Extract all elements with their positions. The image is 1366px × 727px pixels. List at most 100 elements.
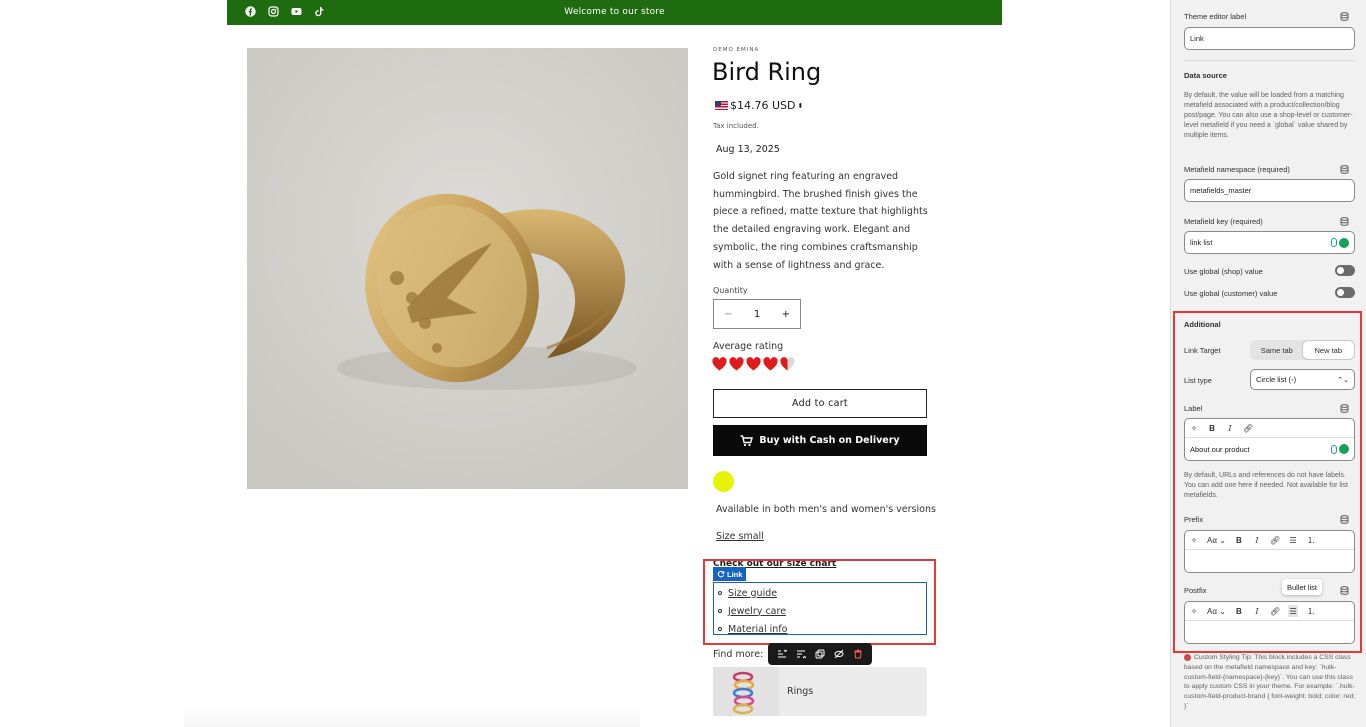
list-item: Jewelry care [718,602,787,620]
link-target-new-tab[interactable]: New tab [1302,341,1354,359]
label-field-label: Label [1184,404,1203,413]
link-target-label: Link Target [1184,346,1221,355]
tip-icon [1184,654,1191,661]
magic-icon[interactable]: ✧ [1189,534,1199,546]
data-source-description: By default, the value will be loaded fro… [1184,92,1353,139]
postfix-input[interactable] [1185,621,1354,643]
namespace-input[interactable]: metafields_master [1184,179,1355,202]
quantity-stepper: − 1 + [713,299,801,329]
qty-plus-button[interactable]: + [782,309,790,320]
grammarly-icon [1339,237,1349,248]
product-description: Gold signet ring featuring an engraved h… [713,171,928,271]
bullet-list-icon[interactable]: ☰ [1288,534,1298,546]
bullet-icon [718,591,722,595]
refresh-icon [717,570,725,578]
grammar-assist-icons[interactable] [1331,444,1349,454]
global-customer-toggle[interactable] [1335,287,1355,298]
rating-label: Average rating [713,341,784,352]
global-shop-toggle[interactable] [1335,265,1355,276]
bulb-icon [1331,238,1337,247]
theme-editor-label-input[interactable]: Link [1184,27,1355,50]
numbered-list-icon[interactable]: ⒈ [1306,534,1316,546]
dynamic-source-icon[interactable] [1340,12,1349,21]
bullet-icon [718,627,722,631]
link-target-same-tab[interactable]: Same tab [1251,341,1303,359]
link-material-info[interactable]: Material info [728,624,787,635]
link-icon[interactable]: 🔗︎ [1243,422,1253,434]
italic-button[interactable]: I [1252,534,1262,546]
dynamic-source-icon[interactable] [1340,165,1349,174]
global-shop-label: Use global (shop) value [1184,267,1263,276]
store-preview: Welcome to our store DEMO EMINA Bird Rin… [0,0,1170,727]
link-icon[interactable]: 🔗︎ [1270,534,1280,546]
move-up-icon[interactable] [776,648,788,660]
delete-icon[interactable] [852,648,864,660]
bold-button[interactable]: B [1234,534,1244,546]
italic-button[interactable]: I [1225,422,1235,434]
styling-tip-text: Custom Styling Tip: This block includes … [1184,653,1358,712]
announcement-text: Welcome to our store [564,7,665,17]
collection-card-label: Rings [787,686,814,697]
qty-minus-button[interactable]: − [724,309,732,320]
namespace-label: Metafield namespace (required) [1184,165,1290,174]
font-size-button[interactable]: Aα ⌄ [1207,534,1226,546]
link-jewelry-care[interactable]: Jewelry care [728,606,786,617]
hide-icon[interactable] [833,648,845,660]
ring-photo [247,48,688,489]
key-input[interactable]: link list [1184,231,1355,254]
link-icon[interactable]: 🔗︎ [1270,605,1280,617]
currency-switch-icon[interactable]: ⬍ [798,102,804,110]
collection-thumbnail [713,667,779,716]
add-to-cart-button[interactable]: Add to cart [713,389,927,418]
additional-heading: Additional [1184,320,1221,329]
magic-icon[interactable]: ✧ [1189,605,1199,617]
list-type-select[interactable]: Circle list (◦) ⌃⌄ [1250,369,1355,390]
list-type-value: Circle list (◦) [1256,375,1297,384]
grammar-assist-icons[interactable] [1331,237,1349,248]
move-down-icon[interactable] [795,648,807,660]
label-help-text: By default, URLs and references do not h… [1184,472,1348,499]
link-size-guide[interactable]: Size guide [728,588,777,599]
label-input[interactable]: About our product [1185,438,1354,460]
duplicate-icon[interactable] [814,648,826,660]
block-toolbar [768,643,872,665]
font-size-button[interactable]: Aα ⌄ [1207,605,1226,617]
bullet-list-tooltip: Bullet list [1282,579,1323,595]
rte-toolbar: ✧ B I 🔗︎ [1185,419,1354,438]
dynamic-source-icon[interactable] [1340,404,1349,413]
rte-toolbar: ✧ Aα ⌄ B I 🔗︎ ☰ ⒈ [1185,602,1354,621]
dynamic-source-icon[interactable] [1340,586,1349,595]
rte-toolbar: ✧ Aα ⌄ B I 🔗︎ ☰ ⒈ [1185,531,1354,550]
prefix-input[interactable] [1185,550,1354,572]
find-more-label: Find more: [713,649,764,660]
dynamic-source-icon[interactable] [1340,217,1349,226]
qty-value[interactable]: 1 [754,309,760,320]
dynamic-source-icon[interactable] [1340,515,1349,524]
color-swatch[interactable] [713,471,734,492]
size-small-link[interactable]: Size small [716,531,764,542]
tax-note: Tax included. [713,122,759,130]
link-tag-label: Link [727,569,743,579]
product-image[interactable] [247,48,688,489]
screen: Welcome to our store DEMO EMINA Bird Rin… [0,0,1366,727]
label-rich-text-editor: ✧ B I 🔗︎ About our product [1184,418,1355,461]
link-block-tag[interactable]: Link [713,567,747,581]
bullet-list-icon[interactable]: ☰ [1288,605,1299,617]
product-price[interactable]: $14.76 USD ⬍ [715,99,803,112]
italic-button[interactable]: I [1252,605,1262,617]
buy-cod-button[interactable]: Buy with Cash on Delivery [713,425,927,456]
list-type-label: List type [1184,376,1212,385]
heart-icon [712,357,727,371]
availability-text: Available in both men's and women's vers… [716,504,936,515]
numbered-list-icon[interactable]: ⒈ [1306,605,1316,617]
price-value: $14.76 USD [730,99,796,112]
bold-button[interactable]: B [1207,422,1217,434]
quantity-label: Quantity [713,286,748,295]
theme-editor-label: Theme editor label [1184,12,1247,21]
collection-card-rings[interactable]: Rings [713,667,927,716]
us-flag-icon [715,101,728,110]
key-label: Metafield key (required) [1184,217,1263,226]
font-size-label: Aα [1207,606,1217,616]
bold-button[interactable]: B [1234,605,1244,617]
magic-icon[interactable]: ✧ [1189,422,1199,434]
